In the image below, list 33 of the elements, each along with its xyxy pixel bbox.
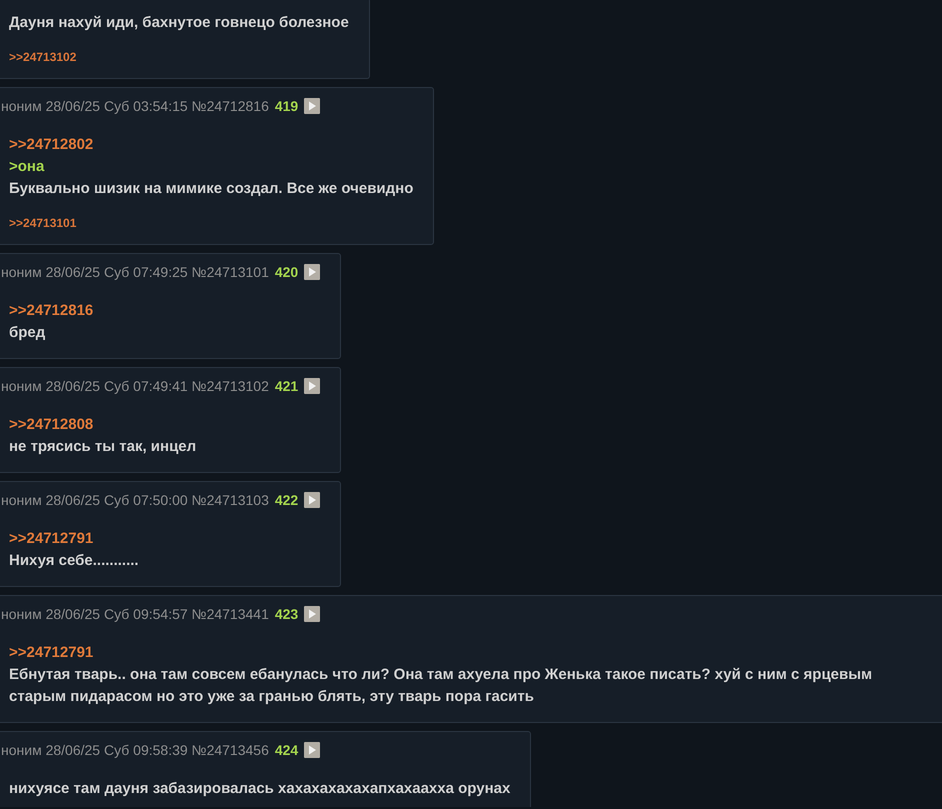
- reply-link[interactable]: >>24712816: [9, 300, 320, 322]
- post-number: 420: [274, 264, 298, 280]
- play-icon[interactable]: [304, 98, 320, 114]
- post-number: 421: [274, 378, 298, 394]
- post-meta: ноним 28/06/25 Суб 09:54:57 №24713441: [1, 606, 269, 622]
- reply-link[interactable]: >>24712802: [9, 134, 414, 156]
- post-text: не трясись ты так, инцел: [9, 437, 198, 457]
- post-text: Ебнутая тварь.. она там совсем ебанулась что ли? Она там ахуела про Женька такое писать? хуй с ним с ярцевым старым пидарасом но это уже за гранью блять, эту тварь пора гасить: [9, 665, 874, 707]
- post-text: нихуясе там дауня забазировалась хахахахахахапхахаахха орунах: [9, 779, 510, 799]
- post-text: Нихуя себе...........: [9, 551, 140, 571]
- post-text: Дауня нахуй иди, бахнутое говнецо болезное: [9, 13, 349, 33]
- play-icon[interactable]: [304, 264, 320, 280]
- play-icon[interactable]: [304, 742, 320, 758]
- reply-link[interactable]: >>24712791: [9, 528, 320, 550]
- post-text: Буквально шизик на мимике создал. Все же очевидно: [9, 179, 414, 199]
- post-text: бред: [9, 323, 46, 343]
- play-icon[interactable]: [304, 606, 320, 622]
- quote-text: >она: [9, 157, 46, 177]
- post-meta: ноним 28/06/25 Суб 03:54:15 №24712816: [1, 98, 269, 114]
- backlink[interactable]: >>24713102: [9, 50, 76, 64]
- post-meta: ноним 28/06/25 Суб 07:49:25 №24713101: [1, 264, 269, 280]
- reply-link[interactable]: >>24712808: [9, 414, 320, 436]
- post-number: 424: [274, 742, 298, 758]
- post-meta: ноним 28/06/25 Суб 07:50:00 №24713103: [1, 492, 269, 508]
- post-number: 419: [274, 98, 298, 114]
- post-meta: ноним 28/06/25 Суб 07:49:41 №24713102: [1, 378, 269, 394]
- post-number: 422: [274, 492, 298, 508]
- play-icon[interactable]: [304, 378, 320, 394]
- post-meta: ноним 28/06/25 Суб 09:58:39 №24713456: [1, 742, 269, 758]
- post-number: 423: [274, 606, 298, 622]
- play-icon[interactable]: [304, 492, 320, 508]
- reply-link[interactable]: >>24712791: [9, 642, 909, 664]
- backlink[interactable]: >>24713101: [9, 216, 76, 230]
